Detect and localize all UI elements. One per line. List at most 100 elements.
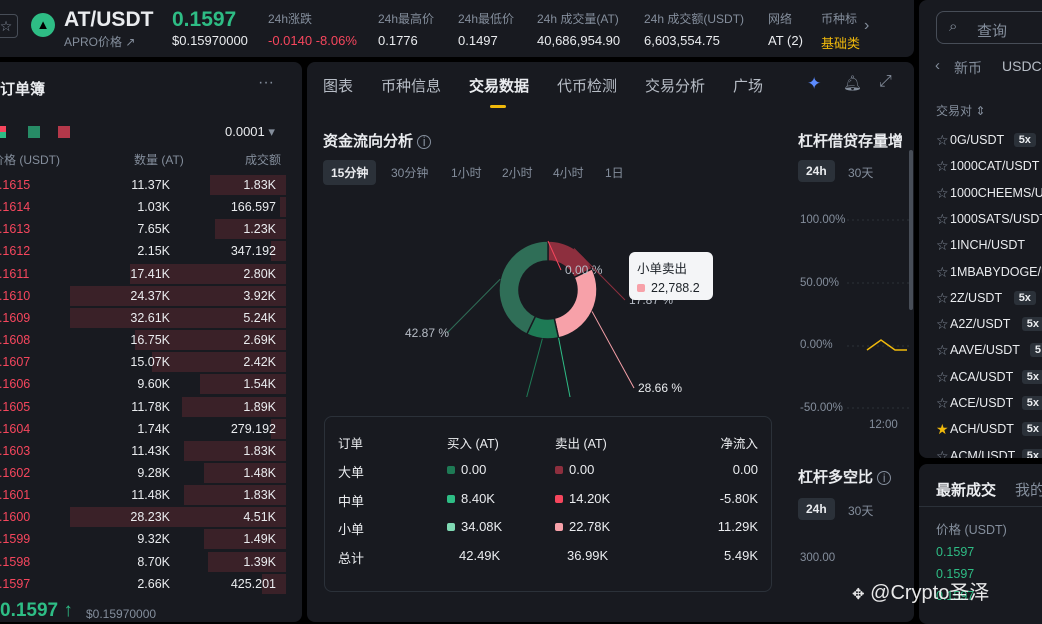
tab-4[interactable]: 交易分析 (645, 75, 705, 96)
tab-5[interactable]: 广场 (733, 75, 763, 96)
star-icon[interactable]: ☆ (936, 448, 949, 458)
ask-row[interactable]: 0.1609 32.61K 5.24K (0, 307, 286, 329)
flow-cell-value: 42.49K (459, 547, 501, 563)
pair-row[interactable]: ☆ ACM/USDT 5x (936, 448, 1042, 458)
pair-row[interactable]: ☆1000CHEEMS/USDT (936, 185, 1042, 205)
long-short-interval-0[interactable]: 24h (798, 498, 835, 520)
expand-icon[interactable]: ⤢ (879, 73, 892, 91)
pair-row[interactable]: ☆ 1INCH/USDT (936, 237, 1042, 257)
ask-row[interactable]: 0.1601 11.48K 1.83K (0, 484, 286, 506)
ask-row[interactable]: 0.1600 28.23K 4.51K (0, 506, 286, 528)
tab-latest-trades[interactable]: 最新成交 (936, 479, 996, 500)
ask-row[interactable]: 0.1612 2.15K 347.192 (0, 240, 286, 262)
change-value: -0.0140 -8.06% (268, 33, 357, 48)
star-icon[interactable]: ★ (936, 421, 949, 438)
vertical-scrollbar[interactable] (909, 150, 913, 310)
tab-1[interactable]: 币种信息 (381, 75, 441, 96)
order-book-last-price: 0.1597 ↑ (0, 600, 73, 621)
chevron-left-icon[interactable]: ‹ (935, 57, 940, 74)
ask-row[interactable]: 0.1610 24.37K 3.92K (0, 285, 286, 307)
star-icon[interactable]: ☆ (936, 185, 949, 202)
star-icon[interactable]: ☆ (936, 211, 949, 228)
chevron-right-icon[interactable]: › (864, 17, 869, 35)
star-icon[interactable]: ☆ (936, 369, 949, 386)
ask-price: 0.1600 (0, 510, 31, 525)
tab-new-coins[interactable]: 新币 (954, 58, 982, 78)
precision-select[interactable]: 0.0001 ▾ (225, 124, 275, 140)
flow-cell: 22.78K (555, 519, 610, 534)
pair-row[interactable]: ☆ ACA/USDT 5x (936, 369, 1042, 389)
ask-row[interactable]: 0.1599 9.32K 1.49K (0, 528, 286, 550)
favorite-star-icon[interactable]: ☆ (0, 14, 18, 38)
market-search[interactable]: ⌕ 查询 (936, 11, 1042, 44)
ask-row[interactable]: 0.1605 11.78K 1.89K (0, 396, 286, 418)
network-value[interactable]: AT (2) (768, 33, 803, 48)
flow-interval-2[interactable]: 1小时 (443, 160, 490, 185)
more-options-icon[interactable]: ··· (258, 74, 274, 92)
ai-sparkle-icon[interactable]: ✦ (807, 74, 821, 94)
col-pair-sort[interactable]: 交易对 ⇕ (936, 102, 985, 119)
star-icon[interactable]: ☆ (936, 132, 949, 149)
ask-row[interactable]: 0.1611 17.41K 2.80K (0, 263, 286, 285)
tab-0[interactable]: 图表 (323, 75, 353, 96)
ask-row[interactable]: 0.1604 1.74K 279.192 (0, 418, 286, 440)
ask-row[interactable]: 0.1598 8.70K 1.39K (0, 551, 286, 573)
pair-row[interactable]: ☆ 0G/USDT 5x (936, 132, 1042, 152)
leverage-interval-0[interactable]: 24h (798, 160, 835, 182)
col-qty: 数量 (AT) (134, 153, 184, 167)
ask-row[interactable]: 0.1606 9.60K 1.54K (0, 373, 286, 395)
star-icon[interactable]: ☆ (936, 316, 949, 333)
pair-row[interactable]: ☆ 1000CAT/USDT (936, 158, 1042, 178)
pair-name: 2Z/USDT (950, 290, 1003, 305)
ask-price: 0.1615 (0, 178, 31, 192)
ask-row[interactable]: 0.1615 11.37K 1.83K (0, 174, 286, 196)
tab-3[interactable]: 代币检测 (557, 75, 617, 96)
pair-row[interactable]: ☆ AAVE/USDT 5 (936, 342, 1042, 362)
tab-2[interactable]: 交易数据 (469, 75, 529, 96)
flow-interval-3[interactable]: 2小时 (494, 160, 541, 185)
donut-slice[interactable] (553, 267, 598, 339)
star-icon[interactable]: ☆ (936, 237, 949, 254)
star-icon[interactable]: ☆ (936, 158, 949, 175)
pair-row[interactable]: ☆1MBABYDOGE/USDT (936, 264, 1042, 284)
pair-row[interactable]: ☆ 2Z/USDT 5x (936, 290, 1042, 310)
both-sides-view-icon[interactable] (0, 126, 6, 138)
flow-cell-value: 34.08K (461, 519, 503, 534)
flow-interval-0[interactable]: 15分钟 (323, 160, 377, 185)
ask-row[interactable]: 0.1608 16.75K 2.69K (0, 329, 286, 351)
ask-total: 1.49K (243, 532, 276, 547)
star-icon[interactable]: ☆ (936, 395, 949, 412)
star-icon[interactable]: ☆ (936, 290, 949, 307)
pair-row[interactable]: ☆ A2Z/USDT 5x (936, 316, 1042, 336)
ask-row[interactable]: 0.1603 11.43K 1.83K (0, 440, 286, 462)
flow-interval-1[interactable]: 30分钟 (383, 160, 436, 185)
ask-row[interactable]: 0.1602 9.28K 1.48K (0, 462, 286, 484)
star-icon[interactable]: ☆ (936, 342, 949, 359)
leverage-interval-1[interactable]: 30天 (840, 160, 881, 185)
long-short-interval-1[interactable]: 30天 (840, 498, 881, 523)
info-icon[interactable]: i (417, 135, 432, 149)
pair-row[interactable]: ☆ 1000SATS/USDT (936, 211, 1042, 231)
tab-usdc[interactable]: USDC (1002, 58, 1042, 74)
info-icon[interactable]: i (877, 471, 892, 485)
asks-view-icon[interactable] (58, 126, 70, 138)
ask-row[interactable]: 0.1614 1.03K 166.597 (0, 196, 286, 218)
star-icon[interactable]: ☆ (936, 264, 949, 281)
flow-interval-5[interactable]: 1日 (597, 160, 632, 185)
leverage-badge: 5x (1021, 396, 1042, 410)
ask-quantity: 2.66K (137, 576, 170, 591)
donut-leader-line (591, 311, 635, 389)
flow-interval-4[interactable]: 4小时 (545, 160, 592, 185)
search-input[interactable]: 查询 (977, 20, 1007, 41)
ask-row[interactable]: 0.1613 7.65K 1.23K (0, 218, 286, 240)
bids-view-icon[interactable] (28, 126, 40, 138)
ask-row[interactable]: 0.1597 2.66K 425.201 (0, 573, 286, 595)
pair-subtitle[interactable]: APRO价格 ↗ (64, 33, 135, 50)
pair-title[interactable]: AT/USDT (64, 8, 153, 32)
ask-row[interactable]: 0.1607 15.07K 2.42K (0, 351, 286, 373)
tag-value[interactable]: 基础类 (821, 33, 860, 52)
pair-row[interactable]: ☆ ACE/USDT 5x (936, 395, 1042, 415)
tab-my-trades[interactable]: 我的 (1015, 479, 1042, 500)
pair-row[interactable]: ★ ACH/USDT 5x (936, 421, 1042, 441)
bell-icon[interactable]: 🔔︎ (843, 74, 862, 92)
